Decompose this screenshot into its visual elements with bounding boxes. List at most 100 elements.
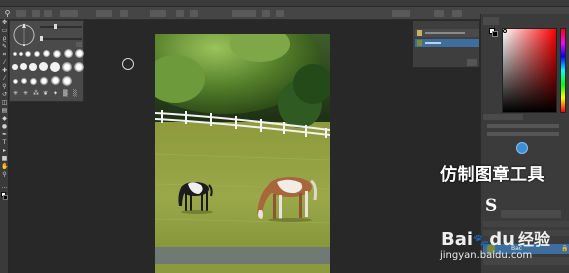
color-picker-handle[interactable] bbox=[503, 29, 507, 33]
tutorial-title: 仿制图章工具 bbox=[440, 165, 545, 185]
horses-photo bbox=[155, 34, 330, 273]
brush-tip[interactable] bbox=[51, 76, 60, 85]
chalk-brush-icon[interactable]: ▒ bbox=[63, 90, 69, 97]
baidu-product-name: 经验 bbox=[517, 230, 550, 249]
brush-tip[interactable] bbox=[20, 63, 27, 70]
panel-menu-icon[interactable] bbox=[467, 59, 477, 66]
brush-tip[interactable] bbox=[19, 52, 23, 56]
tutorial-shortcut-key: S bbox=[485, 196, 498, 216]
search-button[interactable] bbox=[434, 10, 444, 17]
zoom-icon[interactable]: ⚲ bbox=[1, 172, 8, 178]
eyedropper-icon[interactable]: ⁄ bbox=[1, 60, 8, 66]
baidu-logo: Bai🐾du 经验 bbox=[441, 226, 550, 250]
leaf-brush-icon[interactable]: ❦ bbox=[43, 90, 49, 97]
brush-tip[interactable] bbox=[30, 78, 37, 85]
aligned-checkbox[interactable] bbox=[190, 10, 198, 17]
brush-tip[interactable] bbox=[21, 78, 27, 84]
paw-icon: 🐾 bbox=[473, 234, 490, 249]
adjustments-panel-tab[interactable] bbox=[483, 114, 523, 120]
selected-adjustment-button[interactable] bbox=[516, 142, 528, 154]
ignore-adjustment-layers-button[interactable] bbox=[262, 10, 270, 17]
hand-icon[interactable]: ✋ bbox=[1, 164, 8, 170]
color-picker-field[interactable] bbox=[502, 28, 557, 113]
path-select-icon[interactable]: ▸ bbox=[1, 148, 8, 154]
mini-layers-panel bbox=[412, 20, 480, 68]
hue-slider[interactable] bbox=[560, 28, 566, 113]
brush-tip[interactable] bbox=[50, 62, 60, 72]
adjustments-row bbox=[487, 132, 559, 136]
opacity-field[interactable] bbox=[96, 10, 112, 17]
brush-tip[interactable] bbox=[75, 49, 84, 58]
watermark-url: jingyan.baidu.com bbox=[440, 250, 533, 261]
size-slider-track[interactable] bbox=[40, 26, 82, 28]
brush-tip[interactable] bbox=[62, 62, 72, 72]
brush-tip[interactable] bbox=[13, 79, 18, 84]
brush-cursor-icon bbox=[122, 58, 134, 70]
background-color-swatch[interactable] bbox=[492, 31, 498, 37]
hardness-slider-track[interactable] bbox=[40, 38, 82, 40]
brush-preset-picker[interactable] bbox=[16, 10, 26, 17]
toggle-brush-panel-button[interactable] bbox=[32, 10, 40, 17]
document-image[interactable] bbox=[155, 34, 330, 273]
layer-row[interactable] bbox=[415, 29, 479, 37]
history-brush-icon[interactable]: ↺ bbox=[1, 92, 8, 98]
brush-preset-panel: ✳ ✳ ⁂ ❦ ✦ ▒ ░ bbox=[9, 20, 84, 102]
quick-select-icon[interactable]: ✎ bbox=[1, 44, 8, 50]
size-slider-handle[interactable] bbox=[54, 24, 57, 29]
brush-icon[interactable]: ⁄ bbox=[1, 76, 8, 82]
tools-panel: ✥ ▭ ϱ ✎ ⌗ ⁄ ✚ ⁄ ⚲ ↺ ◫ ▤ ◆ ● ✒ T ▸ ■ ✋ ⚲ … bbox=[0, 20, 9, 273]
clone-stamp-icon[interactable]: ⚲ bbox=[1, 84, 8, 90]
healing-icon[interactable]: ✚ bbox=[1, 68, 8, 74]
workspace-switcher[interactable] bbox=[392, 10, 410, 17]
brush-angle-preview[interactable] bbox=[11, 22, 37, 48]
brush-tip[interactable] bbox=[29, 63, 37, 71]
more-tools-icon[interactable]: … bbox=[1, 184, 8, 190]
pen-icon[interactable]: ✒ bbox=[1, 132, 8, 138]
airbrush-button[interactable] bbox=[176, 10, 184, 17]
sample-dropdown[interactable] bbox=[232, 10, 256, 17]
clone-stamp-tool-icon[interactable]: ⚲ bbox=[3, 9, 12, 18]
flow-field[interactable] bbox=[150, 10, 166, 17]
brush-tip[interactable] bbox=[12, 64, 18, 70]
brush-tip[interactable] bbox=[34, 51, 40, 57]
brush-tip[interactable] bbox=[43, 50, 50, 57]
type-icon[interactable]: T bbox=[1, 140, 8, 146]
brush-tip[interactable] bbox=[40, 77, 48, 85]
lasso-icon[interactable]: ϱ bbox=[1, 36, 8, 42]
shape-icon[interactable]: ■ bbox=[1, 156, 8, 162]
move-icon[interactable]: ✥ bbox=[1, 20, 8, 26]
brush-tip[interactable] bbox=[53, 50, 61, 58]
hardness-slider-handle[interactable] bbox=[40, 36, 43, 41]
toggle-clone-source-button[interactable] bbox=[44, 10, 52, 17]
layer-row-label bbox=[425, 32, 465, 34]
star-brush-icon[interactable]: ✦ bbox=[53, 90, 59, 97]
layer-thumbnail bbox=[417, 40, 422, 46]
scatter-brush-icon[interactable]: ✳ bbox=[13, 90, 19, 97]
texture-brush-icon[interactable]: ░ bbox=[73, 90, 79, 97]
layers-panel-tab[interactable] bbox=[501, 210, 561, 218]
crop-icon[interactable]: ⌗ bbox=[1, 52, 8, 58]
scatter-brush-icon[interactable]: ✳ bbox=[23, 90, 29, 97]
layer-row-label bbox=[425, 42, 441, 44]
color-panel-tab[interactable] bbox=[483, 17, 499, 25]
brush-tip[interactable] bbox=[74, 62, 84, 72]
layer-row-active[interactable] bbox=[415, 39, 479, 47]
baidu-logo-text: Bai bbox=[441, 229, 474, 250]
brush-tip[interactable] bbox=[64, 49, 73, 58]
brush-tip[interactable] bbox=[25, 51, 31, 57]
pressure-size-button[interactable] bbox=[276, 10, 284, 17]
background-color-swatch[interactable] bbox=[3, 195, 8, 200]
panel-settings-gear-icon[interactable] bbox=[76, 42, 82, 47]
eraser-icon[interactable]: ◫ bbox=[1, 100, 8, 106]
pressure-opacity-button[interactable] bbox=[120, 10, 128, 17]
brush-tip[interactable] bbox=[13, 52, 17, 56]
brush-tip[interactable] bbox=[39, 62, 48, 71]
dodge-icon[interactable]: ● bbox=[1, 124, 8, 130]
gradient-icon[interactable]: ▤ bbox=[1, 108, 8, 114]
blur-icon[interactable]: ◆ bbox=[1, 116, 8, 122]
minimize-button[interactable] bbox=[452, 10, 462, 17]
grass-brush-icon[interactable]: ⁂ bbox=[33, 90, 39, 97]
brush-tip[interactable] bbox=[62, 76, 72, 86]
marquee-icon[interactable]: ▭ bbox=[1, 28, 8, 34]
mode-dropdown[interactable] bbox=[60, 10, 78, 17]
